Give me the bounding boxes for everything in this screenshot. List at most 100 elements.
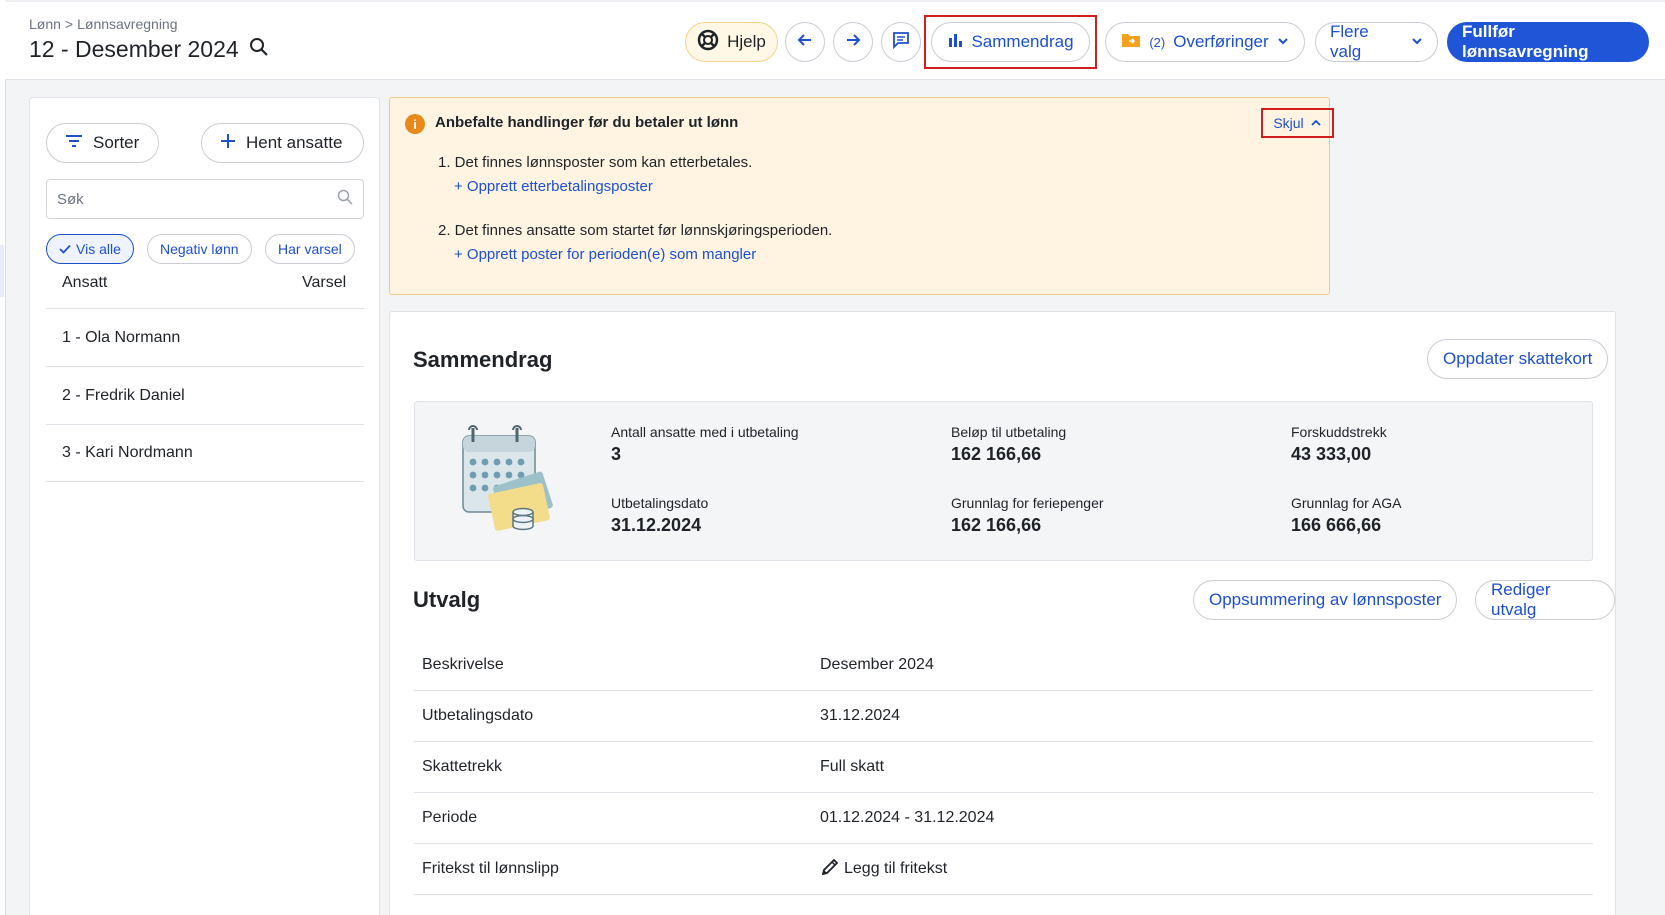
update-tax-card-label: Oppdater skattekort: [1443, 349, 1593, 368]
stat-value: 162 166,66: [951, 444, 1042, 464]
fetch-employees-label: Hent ansatte: [246, 133, 343, 152]
transfers-button[interactable]: (2) Overføringer: [1105, 22, 1305, 62]
column-header-warning[interactable]: Varsel: [302, 274, 346, 292]
stat-withholding-tax: Forskuddstrekk 43 333,00: [1291, 424, 1387, 465]
summary-title: Sammendrag: [413, 347, 553, 372]
stat-payment-date: Utbetalingsdato 31.12.2024: [611, 495, 708, 536]
table-row: Periode 01.12.2024 - 31.12.2024: [414, 793, 1593, 844]
filter-chip-all-label: Vis alle: [76, 241, 121, 257]
info-icon: i: [405, 114, 425, 134]
filter-chip-warning-label: Har varsel: [278, 241, 342, 257]
row-key: Fritekst til lønnslipp: [422, 860, 559, 877]
comment-icon: [892, 31, 910, 54]
chevron-down-icon: [1277, 32, 1289, 52]
finish-payroll-label: Fullfør lønnsavregning: [1462, 22, 1589, 61]
breadcrumb-item-lonnsavregning: Lønnsavregning: [77, 16, 178, 32]
comment-button[interactable]: [881, 22, 921, 62]
filter-icon: [65, 133, 83, 153]
chevron-down-icon: [1411, 32, 1423, 52]
employee-row[interactable]: 1 - Ola Normann: [46, 308, 364, 366]
row-key: Utbetalingsdato: [422, 707, 534, 724]
stat-label: Beløp til utbetaling: [951, 424, 1067, 440]
employee-row[interactable]: 2 - Fredrik Daniel: [46, 366, 364, 424]
row-key: Beskrivelse: [422, 656, 504, 673]
breadcrumb-separator: >: [64, 16, 74, 32]
add-free-text-label: Legg til fritekst: [844, 860, 948, 877]
add-free-text-link[interactable]: Legg til fritekst: [820, 857, 947, 882]
check-icon: [59, 241, 71, 257]
plus-icon: [220, 133, 236, 154]
column-header-employee[interactable]: Ansatt: [62, 274, 107, 292]
payroll-items-summary-label: Oppsummering av lønnsposter: [1209, 590, 1442, 609]
pencil-icon: [820, 857, 840, 882]
table-row: Beskrivelse Desember 2024: [414, 640, 1593, 691]
stat-value: 43 333,00: [1291, 444, 1372, 464]
arrow-left-icon: [796, 31, 814, 54]
next-button[interactable]: [833, 22, 873, 62]
more-options-button[interactable]: Flere valg: [1315, 22, 1438, 62]
table-row: Fritekst til lønnslipp Legg til fritekst: [414, 844, 1593, 895]
summary-label: Sammendrag: [971, 32, 1074, 51]
fetch-employees-button[interactable]: Hent ansatte: [201, 123, 364, 163]
create-backpay-link[interactable]: + Opprett etterbetalingsposter: [454, 178, 653, 195]
stat-aga-basis: Grunnlag for AGA 166 666,66: [1291, 495, 1402, 536]
stat-label: Forskuddstrekk: [1291, 424, 1387, 440]
employee-search-input[interactable]: [57, 190, 337, 208]
table-row: Skattetrekk Full skatt: [414, 742, 1593, 793]
stat-employee-count: Antall ansatte med i utbetaling 3: [611, 424, 799, 465]
employee-panel: Sorter Hent ansatte Vis alle Negativ løn…: [29, 97, 380, 915]
search-icon[interactable]: [337, 189, 353, 210]
help-label: Hjelp: [727, 32, 766, 51]
employee-search: [46, 179, 364, 219]
stat-value: 166 666,66: [1291, 515, 1382, 535]
more-options-label: Flere valg: [1330, 22, 1369, 61]
transfers-count: (2): [1149, 34, 1166, 50]
filter-chip-negative-label: Negativ lønn: [160, 241, 239, 257]
stat-holiday-pay-basis: Grunnlag for feriepenger 162 166,66: [951, 495, 1104, 536]
previous-button[interactable]: [785, 22, 825, 62]
stat-label: Grunnlag for AGA: [1291, 495, 1402, 511]
alert-item-1: 1. Det finnes lønnsposter som kan etterb…: [438, 154, 753, 171]
row-key: Periode: [422, 809, 478, 826]
row-value: Full skatt: [820, 758, 885, 775]
sort-label: Sorter: [93, 133, 140, 152]
alert-item-2: 2. Det finnes ansatte som startet før lø…: [438, 222, 833, 239]
top-divider: [5, 0, 1665, 2]
page-title-text: 12 - Desember 2024: [29, 36, 239, 62]
row-key: Skattetrekk: [422, 758, 503, 775]
transfers-label: Overføringer: [1173, 32, 1269, 51]
selection-table: Beskrivelse Desember 2024 Utbetalingsdat…: [414, 640, 1593, 895]
table-row: Utbetalingsdato 31.12.2024: [414, 691, 1593, 742]
search-icon[interactable]: [249, 36, 269, 63]
breadcrumb-item-lonn[interactable]: Lønn: [29, 16, 61, 32]
edit-selection-button[interactable]: Rediger utvalg: [1475, 580, 1615, 620]
hide-label: Skjul: [1273, 115, 1304, 131]
stat-value: 3: [611, 444, 622, 464]
payroll-items-summary-button[interactable]: Oppsummering av lønnsposter: [1193, 580, 1458, 620]
filter-chip-negative-pay[interactable]: Negativ lønn: [147, 234, 252, 264]
page-title: 12 - Desember 2024: [29, 36, 269, 63]
stat-value: 31.12.2024: [611, 515, 702, 535]
chevron-up-icon: [1310, 115, 1322, 131]
create-missing-periods-link[interactable]: + Opprett poster for perioden(e) som man…: [454, 246, 756, 263]
edit-selection-label: Rediger utvalg: [1491, 580, 1551, 619]
edge-marker: [0, 245, 4, 297]
employee-row[interactable]: 3 - Kari Nordmann: [46, 424, 364, 482]
filter-chip-has-warning[interactable]: Har varsel: [265, 234, 355, 264]
help-lifebuoy-icon: [697, 29, 719, 56]
update-tax-card-button[interactable]: Oppdater skattekort: [1427, 339, 1609, 379]
row-value: 31.12.2024: [820, 707, 901, 724]
filter-chip-all[interactable]: Vis alle: [46, 234, 134, 264]
summary-button[interactable]: Sammendrag: [931, 22, 1090, 62]
arrow-right-icon: [844, 31, 862, 54]
finish-payroll-button[interactable]: Fullfør lønnsavregning: [1447, 22, 1649, 62]
help-button[interactable]: Hjelp: [685, 22, 778, 62]
recommended-actions-alert: i Anbefalte handlinger før du betaler ut…: [389, 97, 1334, 295]
hide-alert-button[interactable]: Skjul: [1261, 108, 1334, 138]
calendar-money-illustration: [455, 422, 565, 542]
bar-chart-icon: [947, 32, 963, 53]
sort-button[interactable]: Sorter: [46, 123, 159, 163]
selection-title: Utvalg: [413, 587, 481, 612]
stat-label: Grunnlag for feriepenger: [951, 495, 1104, 511]
breadcrumb: Lønn > Lønnsavregning: [29, 16, 178, 32]
